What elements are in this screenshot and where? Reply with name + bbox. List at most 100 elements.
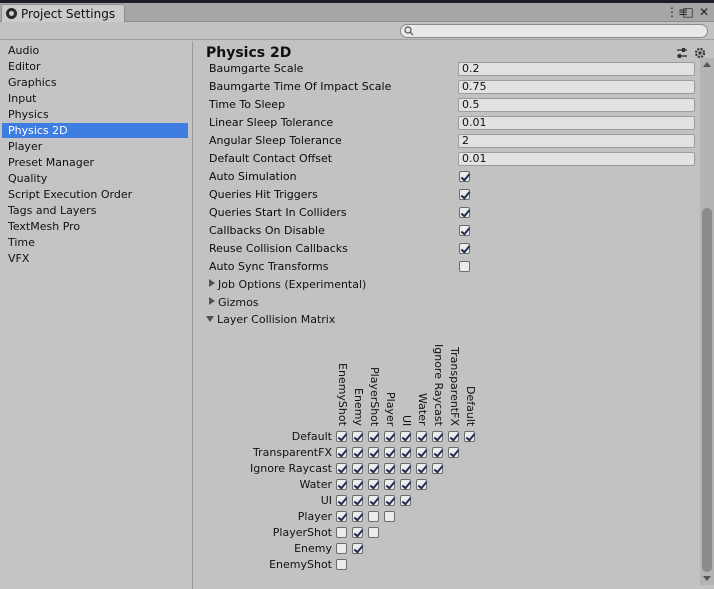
sidebar-item-player[interactable]: Player: [2, 139, 188, 154]
sidebar-item-physics[interactable]: Physics: [2, 107, 188, 122]
sidebar-item-preset-manager[interactable]: Preset Manager: [2, 155, 188, 170]
close-icon[interactable]: ✕: [698, 5, 710, 19]
sidebar-item-tags-and-layers[interactable]: Tags and Layers: [2, 203, 188, 218]
search-input[interactable]: [400, 24, 708, 38]
settings-panel: Physics 2D Baumgarte Scale 0.2 Baumgarte T…: [194, 41, 714, 589]
matrix-checkbox[interactable]: [384, 495, 395, 506]
matrix-checkbox[interactable]: [336, 495, 347, 506]
matrix-checkbox[interactable]: [400, 463, 411, 474]
matrix-checkbox[interactable]: [400, 447, 411, 458]
matrix-checkbox[interactable]: [368, 511, 379, 522]
matrix-checkbox[interactable]: [352, 463, 363, 474]
matrix-checkbox[interactable]: [368, 431, 379, 442]
collapsed-triangle-icon: [209, 279, 215, 287]
sidebar-item-graphics[interactable]: Graphics: [2, 75, 188, 90]
matrix-checkbox[interactable]: [384, 479, 395, 490]
expanded-triangle-icon: [206, 316, 214, 322]
sidebar-item-script-execution-order[interactable]: Script Execution Order: [2, 187, 188, 202]
field-label: Baumgarte Time Of Impact Scale: [209, 80, 392, 93]
foldout-job-options-experimental-[interactable]: Job Options (Experimental): [209, 278, 366, 292]
matrix-checkbox[interactable]: [368, 447, 379, 458]
matrix-checkbox[interactable]: [336, 543, 347, 554]
matrix-checkbox[interactable]: [432, 447, 443, 458]
field-value-input[interactable]: 0.2: [458, 62, 695, 76]
toggle-checkbox[interactable]: [459, 189, 470, 200]
matrix-checkbox[interactable]: [368, 495, 379, 506]
matrix-checkbox[interactable]: [384, 463, 395, 474]
matrix-checkbox[interactable]: [336, 463, 347, 474]
matrix-checkbox[interactable]: [416, 447, 427, 458]
foldout-layer-collision-matrix[interactable]: Layer Collision Matrix: [206, 313, 335, 327]
tab-project-settings[interactable]: Project Settings: [1, 4, 125, 22]
matrix-checkbox[interactable]: [464, 431, 475, 442]
field-value-input[interactable]: 0.01: [458, 116, 695, 130]
toggle-checkbox[interactable]: [459, 261, 470, 272]
toggle-checkbox[interactable]: [459, 171, 470, 182]
scroll-up-icon[interactable]: [703, 62, 711, 67]
matrix-checkbox[interactable]: [384, 447, 395, 458]
field-label: Time To Sleep: [209, 98, 286, 111]
sidebar-item-quality[interactable]: Quality: [2, 171, 188, 186]
matrix-checkbox[interactable]: [352, 527, 363, 538]
matrix-checkbox[interactable]: [352, 447, 363, 458]
menu-icon[interactable]: ⋮≡: [666, 5, 688, 19]
matrix-checkbox[interactable]: [400, 495, 411, 506]
sidebar-item-audio[interactable]: Audio: [2, 43, 188, 58]
matrix-checkbox[interactable]: [368, 479, 379, 490]
field-label: Angular Sleep Tolerance: [209, 134, 342, 147]
sidebar-item-editor[interactable]: Editor: [2, 59, 188, 74]
field-value-input[interactable]: 0.5: [458, 98, 695, 112]
settings-sidebar: Audio Editor Graphics Input Physics Physics 2…: [0, 41, 193, 589]
matrix-checkbox[interactable]: [416, 431, 427, 442]
matrix-checkbox[interactable]: [400, 479, 411, 490]
matrix-checkbox[interactable]: [352, 511, 363, 522]
matrix-checkbox[interactable]: [336, 559, 347, 570]
field-value-input[interactable]: 0.01: [458, 152, 695, 166]
toggle-checkbox[interactable]: [459, 243, 470, 254]
matrix-checkbox[interactable]: [352, 543, 363, 554]
matrix-checkbox[interactable]: [336, 431, 347, 442]
toggle-checkbox[interactable]: [459, 207, 470, 218]
matrix-checkbox[interactable]: [432, 463, 443, 474]
sidebar-item-physics-2d[interactable]: Physics 2D: [2, 123, 188, 138]
maximize-icon[interactable]: □: [682, 5, 694, 19]
matrix-checkbox[interactable]: [400, 431, 411, 442]
foldout-label: Gizmos: [218, 296, 259, 309]
foldout-gizmos[interactable]: Gizmos: [209, 296, 259, 310]
matrix-checkbox[interactable]: [416, 479, 427, 490]
page-title: Physics 2D: [206, 45, 292, 61]
matrix-checkbox[interactable]: [336, 511, 347, 522]
matrix-checkbox[interactable]: [448, 431, 459, 442]
matrix-column-label: Default: [464, 385, 477, 426]
field-value-input[interactable]: 0.75: [458, 80, 695, 94]
sidebar-item-time[interactable]: Time: [2, 235, 188, 250]
field-label: Linear Sleep Tolerance: [209, 116, 334, 129]
toggle-checkbox[interactable]: [459, 225, 470, 236]
matrix-checkbox[interactable]: [368, 463, 379, 474]
matrix-checkbox[interactable]: [352, 431, 363, 442]
matrix-checkbox[interactable]: [384, 511, 395, 522]
matrix-checkbox[interactable]: [336, 527, 347, 538]
sidebar-item-input[interactable]: Input: [2, 91, 188, 106]
vertical-scrollbar[interactable]: [700, 58, 714, 585]
matrix-checkbox[interactable]: [448, 447, 459, 458]
matrix-checkbox[interactable]: [368, 527, 379, 538]
sidebar-item-vfx[interactable]: VFX: [2, 251, 188, 266]
matrix-column-label: Player: [384, 391, 397, 426]
matrix-checkbox[interactable]: [352, 495, 363, 506]
tab-title: Project Settings: [21, 6, 116, 21]
matrix-checkbox[interactable]: [336, 447, 347, 458]
matrix-checkbox[interactable]: [384, 431, 395, 442]
scroll-down-icon[interactable]: [703, 576, 711, 581]
matrix-checkbox[interactable]: [336, 479, 347, 490]
preset-icon[interactable]: [676, 47, 688, 59]
matrix-checkbox[interactable]: [416, 463, 427, 474]
matrix-checkbox[interactable]: [432, 431, 443, 442]
scrollbar-thumb[interactable]: [702, 208, 712, 572]
matrix-checkbox[interactable]: [352, 479, 363, 490]
matrix-row-label: UI: [320, 494, 332, 507]
sidebar-item-textmesh-pro[interactable]: TextMesh Pro: [2, 219, 188, 234]
matrix-row-label: PlayerShot: [272, 526, 332, 539]
field-label: Baumgarte Scale: [209, 62, 304, 75]
field-value-input[interactable]: 2: [458, 134, 695, 148]
